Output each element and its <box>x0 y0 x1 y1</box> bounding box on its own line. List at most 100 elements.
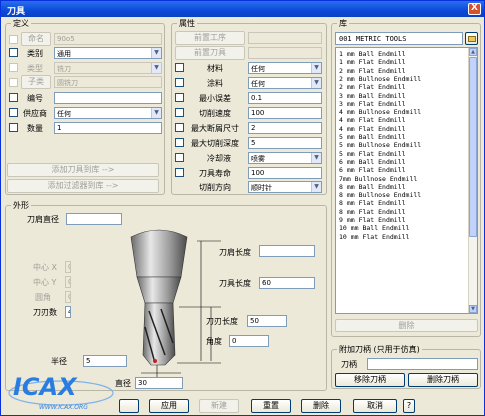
cut-direction-dropdown[interactable]: 顺时针 ▼ <box>248 181 322 193</box>
library-list-item[interactable]: 7mm Bullnose Endmill <box>339 175 417 183</box>
material-checkbox[interactable] <box>175 63 184 72</box>
subtype-button[interactable]: 子类 <box>21 75 51 89</box>
library-list-item[interactable]: 2 mm Flat Endmill <box>339 83 406 91</box>
max-depth-checkbox[interactable] <box>175 138 184 147</box>
library-list-item[interactable]: 2 mm Flat Endmill <box>339 67 406 75</box>
front-operation-button[interactable]: 前置工序 <box>175 31 245 45</box>
category-checkbox[interactable] <box>9 48 18 57</box>
library-list-item[interactable]: 8 mm Flat Endmill <box>339 199 406 207</box>
radius-field[interactable]: 5 <box>83 355 127 367</box>
cutting-speed-field[interactable]: 100 <box>248 107 322 119</box>
tool-library-list[interactable]: 1 mm Ball Endmill 1 mm Flat Endmill 2 mm F… <box>335 47 478 314</box>
delete-button[interactable]: 删除 <box>301 399 341 413</box>
library-list-item[interactable]: 10 mm Ball Endmill <box>339 224 409 232</box>
library-list-item[interactable]: 8 mm Ball Endmill <box>339 183 406 191</box>
max-depth-field[interactable]: 5 <box>248 137 322 149</box>
coating-dropdown[interactable]: 任何 ▼ <box>248 77 322 89</box>
library-list-item[interactable]: 8 mm Flat Endmill <box>339 208 406 216</box>
library-list-item[interactable]: 4 mm Flat Endmill <box>339 125 406 133</box>
help-button[interactable]: ? <box>403 399 415 413</box>
number-field[interactable] <box>54 92 162 104</box>
cutting-speed-checkbox[interactable] <box>175 108 184 117</box>
type-dropdown[interactable]: 铣刀 ▼ <box>54 62 162 74</box>
library-list-item[interactable]: 2 mm Bullnose Endmill <box>339 75 421 83</box>
library-list-item[interactable]: 5 mm Flat Endmill <box>339 150 406 158</box>
material-value: 任何 <box>251 65 265 73</box>
library-list-item[interactable]: 3 mm Ball Endmill <box>339 92 406 100</box>
category-dropdown[interactable]: 通用 ▼ <box>54 47 162 59</box>
library-list-item[interactable]: 5 mm Ball Endmill <box>339 133 406 141</box>
browse-library-button[interactable] <box>465 32 478 45</box>
tool-dialog: 刀具 X 定义 命名 90o5 类别 通用 ▼ 类型 铣刀 ▼ 子类 圆铣刀 编… <box>0 0 485 416</box>
subtype-field[interactable]: 圆铣刀 <box>54 76 162 88</box>
coating-value: 任何 <box>251 80 265 88</box>
diameter-field[interactable]: 30 <box>135 377 183 389</box>
add-tool-to-library-button[interactable]: 添加刀具到库 --> <box>7 163 159 177</box>
chevron-down-icon: ▼ <box>151 108 161 118</box>
close-button[interactable]: X <box>468 3 481 15</box>
cancel-button[interactable]: 取消 <box>353 399 397 413</box>
material-dropdown[interactable]: 任何 ▼ <box>248 62 322 74</box>
subtype-checkbox[interactable] <box>9 78 18 87</box>
library-name-field[interactable]: 001 METRIC TOOLS <box>335 32 463 45</box>
front-operation-field[interactable] <box>248 32 322 44</box>
tool-life-checkbox[interactable] <box>175 168 184 177</box>
max-section-checkbox[interactable] <box>175 123 184 132</box>
supplier-dropdown[interactable]: 任何 ▼ <box>54 107 162 119</box>
flute-length-field[interactable]: 50 <box>247 315 287 327</box>
add-filter-to-library-button[interactable]: 添加过滤器到库 --> <box>7 179 159 193</box>
min-error-checkbox[interactable] <box>175 93 184 102</box>
shoulder-length-field[interactable] <box>259 245 315 257</box>
library-list-item[interactable]: 8 mm Bullnose Endmill <box>339 191 421 199</box>
library-list-item[interactable]: 1 mm Ball Endmill <box>339 50 406 58</box>
library-list-item[interactable]: 5 mm Bullnose Endmill <box>339 141 421 149</box>
library-list-item[interactable]: 3 mm Flat Endmill <box>339 100 406 108</box>
corner-field[interactable]: 0 <box>65 291 71 303</box>
name-field[interactable]: 90o5 <box>54 33 162 45</box>
scroll-up-icon[interactable]: ▲ <box>469 48 477 56</box>
number-checkbox[interactable] <box>9 93 18 102</box>
quantity-checkbox[interactable] <box>9 123 18 132</box>
library-list-item[interactable]: 1 mm Flat Endmill <box>339 58 406 66</box>
shank-diameter-field[interactable] <box>66 213 122 225</box>
holder-field[interactable] <box>367 358 478 370</box>
tool-life-field[interactable]: 100 <box>248 167 322 179</box>
coolant-checkbox[interactable] <box>175 153 184 162</box>
library-list-item[interactable]: 10 mm Flat Endmill <box>339 233 409 241</box>
type-checkbox[interactable] <box>9 63 18 72</box>
remove-holder-button[interactable]: 移除刀柄 <box>335 373 405 387</box>
supplier-checkbox[interactable] <box>9 108 18 117</box>
quantity-field[interactable]: 1 <box>54 122 162 134</box>
new-button[interactable]: 新建 <box>199 399 239 413</box>
library-list-item[interactable]: 6 mm Ball Endmill <box>339 158 406 166</box>
max-section-field[interactable]: 2 <box>248 122 322 134</box>
holder-label: 刀柄 <box>341 360 357 369</box>
min-error-field[interactable]: 0.1 <box>248 92 322 104</box>
apply-button[interactable]: 应用 <box>149 399 189 413</box>
library-list-item[interactable]: 4 mm Bullnose Endmill <box>339 108 421 116</box>
scroll-down-icon[interactable]: ▼ <box>469 305 477 313</box>
help-icon: ? <box>406 401 412 410</box>
center-x-field[interactable]: 0 <box>65 261 71 273</box>
front-tool-field[interactable] <box>248 47 322 59</box>
reset-button[interactable]: 重置 <box>251 399 291 413</box>
title-bar: 刀具 X <box>1 1 484 17</box>
library-list-item[interactable]: 4 mm Flat Endmill <box>339 116 406 124</box>
library-list-item[interactable]: 9 mm Flat Endmill <box>339 216 406 224</box>
coolant-dropdown[interactable]: 喷雾 ▼ <box>248 152 322 164</box>
library-list-item[interactable]: 6 mm Flat Endmill <box>339 166 406 174</box>
coating-checkbox[interactable] <box>175 78 184 87</box>
delete-holder-button[interactable]: 删除刀柄 <box>408 373 478 387</box>
tool-length-field[interactable]: 60 <box>259 277 315 289</box>
library-delete-button[interactable]: 删除 <box>335 319 478 332</box>
name-checkbox[interactable] <box>9 35 18 44</box>
center-y-field[interactable]: 0 <box>65 276 71 288</box>
library-scrollbar[interactable]: ▲ ▼ <box>468 48 477 313</box>
name-button[interactable]: 命名 <box>21 32 51 46</box>
ok-button[interactable] <box>119 399 139 413</box>
flutes-field[interactable]: 4 <box>65 306 71 318</box>
definition-group-title: 定义 <box>11 18 31 29</box>
scroll-thumb[interactable] <box>469 57 477 237</box>
taper-angle-field[interactable]: 0 <box>229 335 269 347</box>
front-tool-button[interactable]: 前置刀具 <box>175 46 245 60</box>
